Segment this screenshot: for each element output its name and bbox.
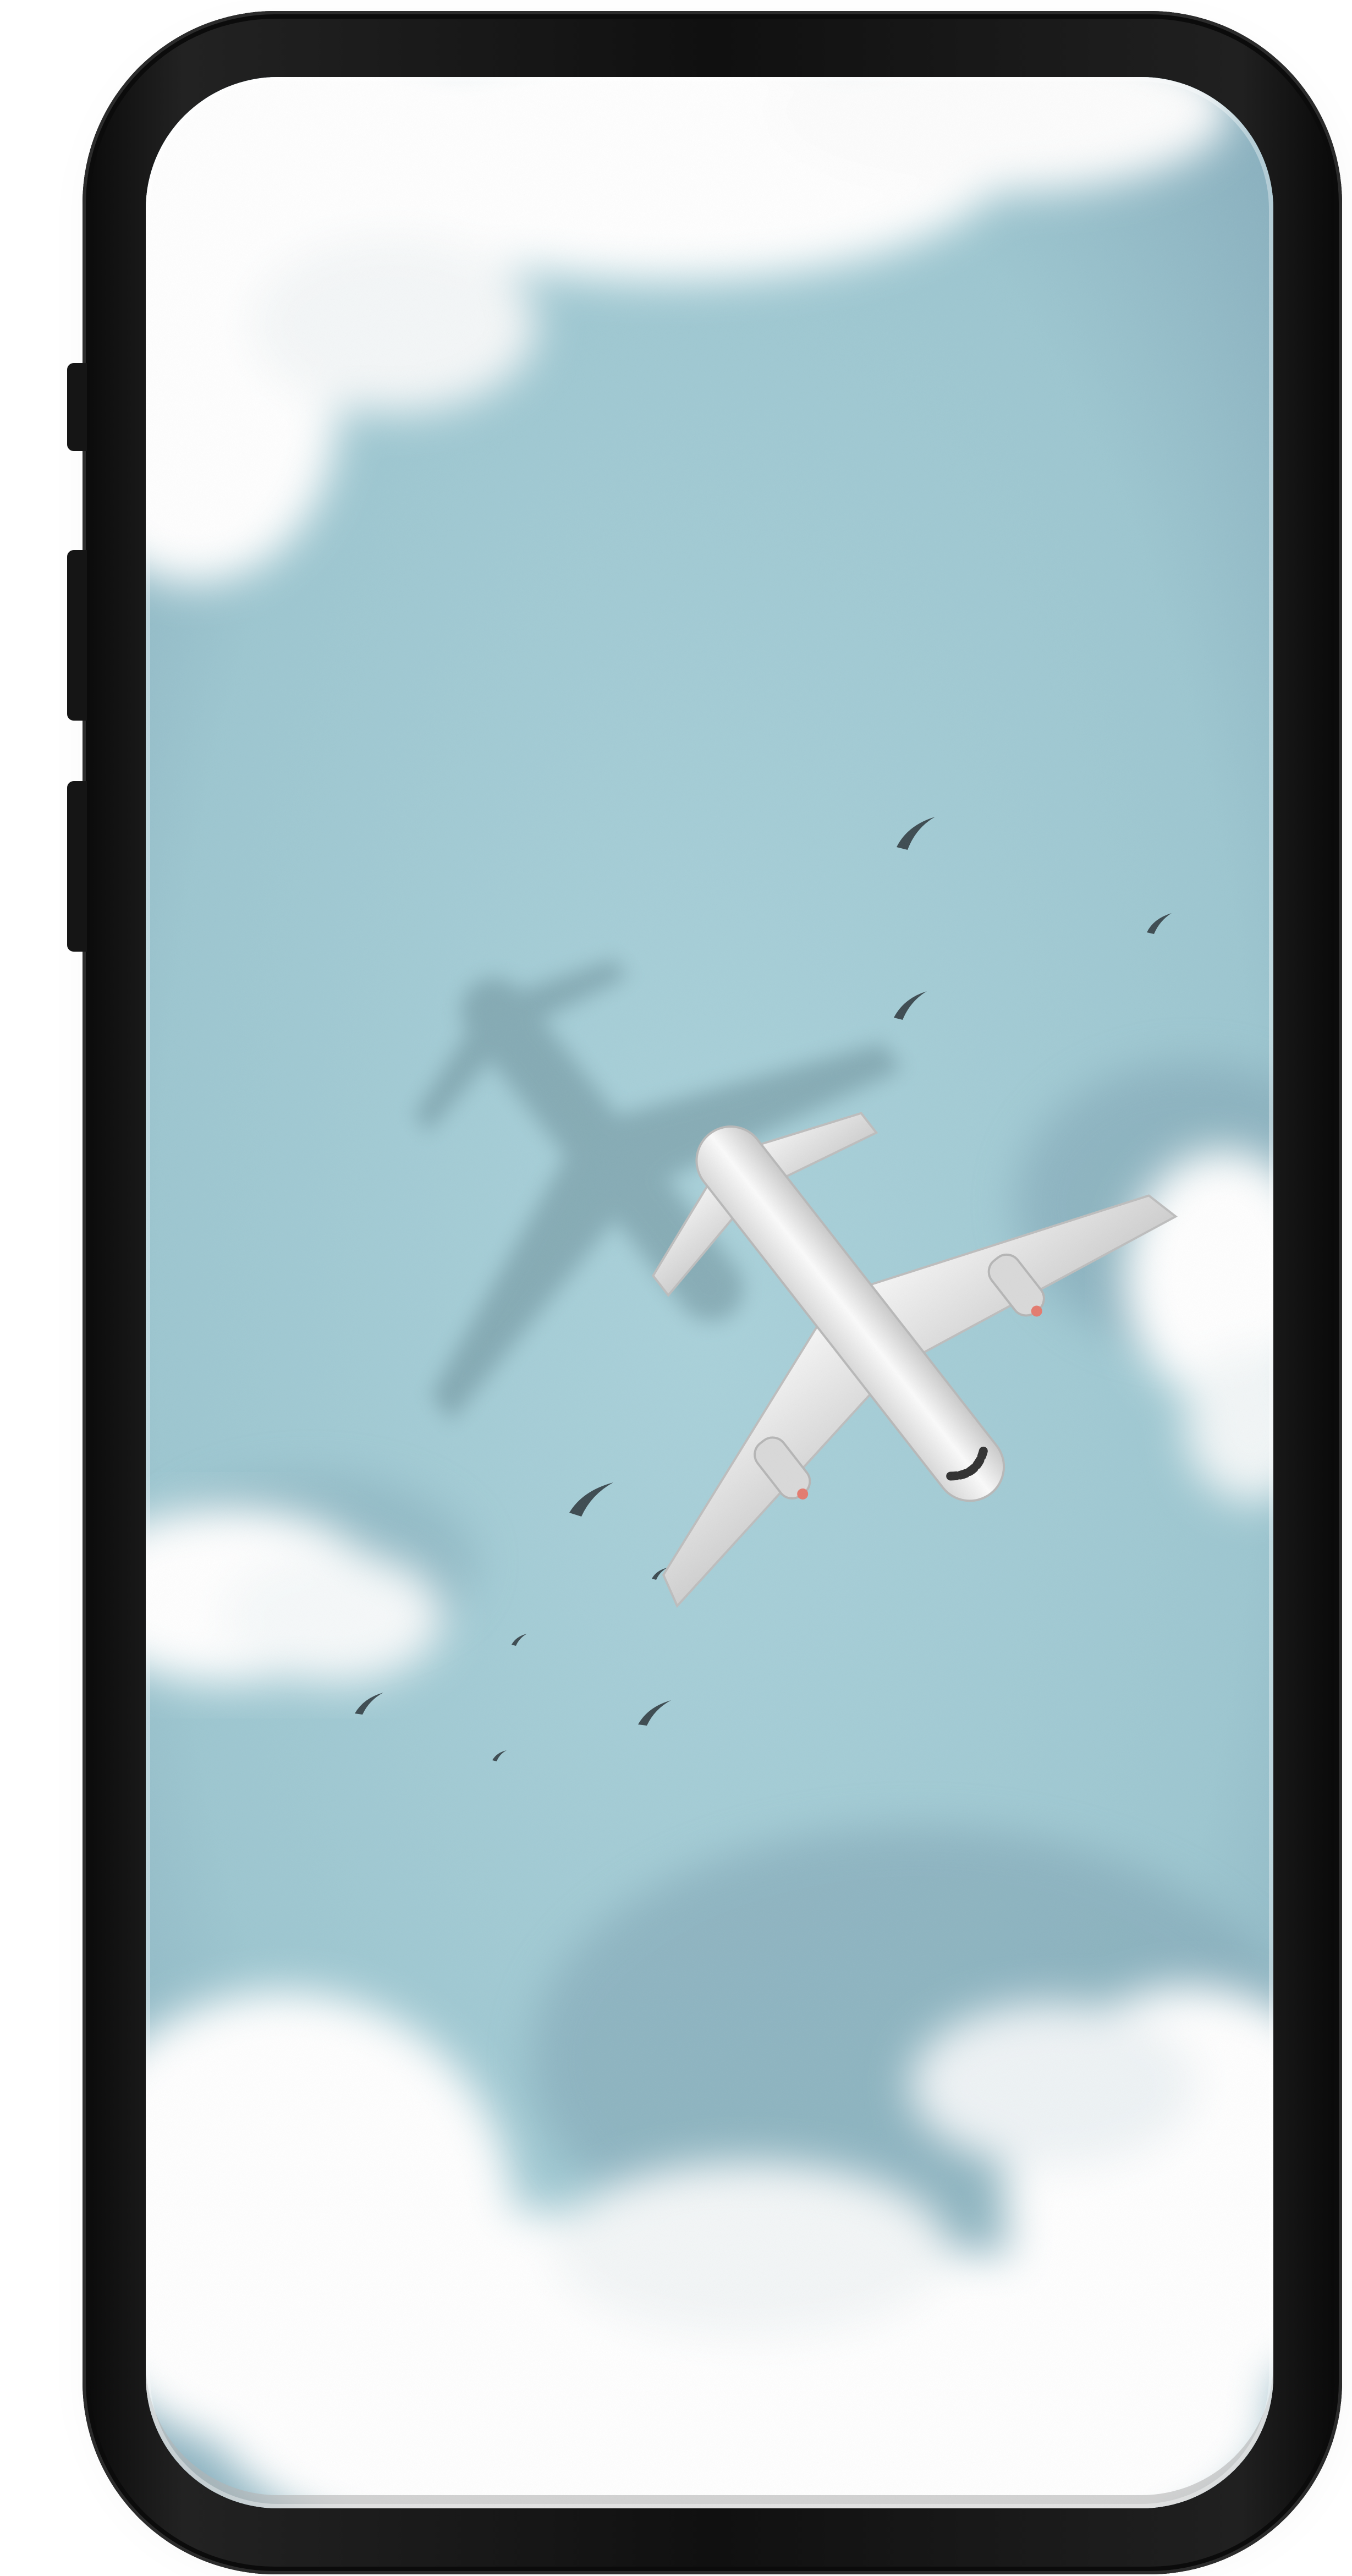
volume-up-button[interactable] (67, 550, 87, 721)
action-button[interactable] (67, 363, 87, 451)
canvas (0, 0, 1352, 2576)
wallpaper (146, 77, 1273, 2508)
volume-down-button[interactable] (67, 781, 87, 952)
grain-overlay (146, 77, 1273, 2508)
phone-screen (146, 77, 1273, 2508)
